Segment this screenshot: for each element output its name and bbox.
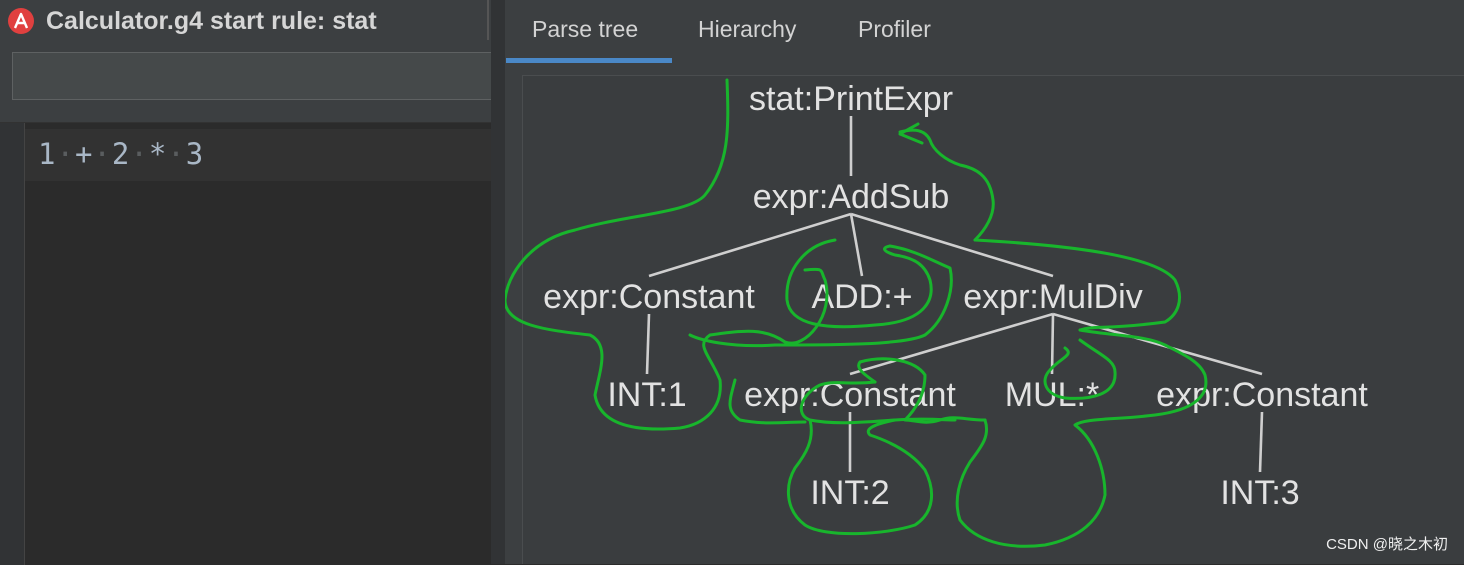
code-token: 3 (185, 137, 205, 171)
tree-edge (645, 313, 651, 375)
code-token: 2 (111, 137, 131, 171)
annotation-arrowhead (898, 122, 924, 145)
tree-node-label[interactable]: expr:AddSub (753, 178, 950, 216)
tree-node-label[interactable]: expr:MulDiv (963, 278, 1142, 316)
code-token: 1 (38, 137, 57, 171)
editor-gutter (0, 123, 25, 565)
window-title: Calculator.g4 start rule: stat (46, 7, 377, 35)
tree-edge (1258, 411, 1264, 473)
input-text-field[interactable] (12, 52, 496, 100)
tree-node-label[interactable]: INT:2 (810, 474, 889, 512)
tree-node-label[interactable]: expr:Constant (543, 278, 755, 316)
antlr-logo-icon (8, 8, 34, 34)
code-token: + (74, 137, 94, 171)
tree-edge (850, 212, 1054, 278)
tree-node-label[interactable]: stat:PrintExpr (749, 80, 953, 118)
title-bar: Calculator.g4 start rule: stat (0, 0, 491, 42)
pane-splitter[interactable] (491, 0, 505, 564)
tree-node-label[interactable]: INT:1 (607, 376, 686, 414)
tree-node-label[interactable]: expr:Constant (1156, 376, 1368, 414)
title-divider (487, 0, 489, 40)
annotation-stroke (955, 328, 1208, 548)
antlr-a-glyph-icon (13, 12, 29, 29)
tree-nodes: stat:PrintExprexpr:AddSubexpr:Constant AD… (543, 80, 1368, 512)
left-pane: Calculator.g4 start rule: stat 1·+·2·*·3 (0, 0, 496, 565)
code-editor[interactable]: 1·+·2·*·3 (0, 122, 491, 565)
code-token: * (148, 137, 168, 171)
tree-edge (849, 213, 864, 277)
parse-tree-canvas: stat:PrintExprexpr:AddSubexpr:Constant AD… (505, 78, 1368, 548)
tree-node-label[interactable]: INT:3 (1220, 474, 1299, 512)
editor-code-line[interactable]: 1·+·2·*·3 (38, 137, 204, 171)
